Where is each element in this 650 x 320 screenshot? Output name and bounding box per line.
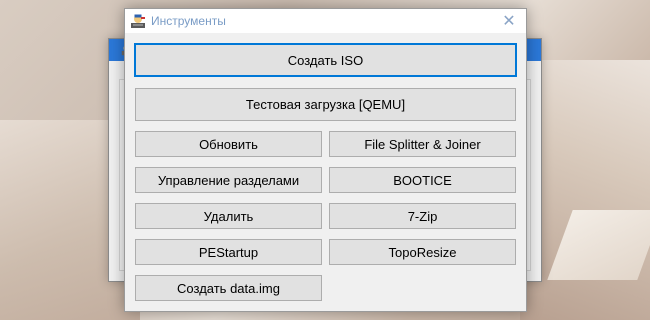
close-icon: ✕ bbox=[502, 13, 516, 30]
bootice-button[interactable]: BOOTICE bbox=[329, 167, 516, 193]
refresh-button[interactable]: Обновить bbox=[135, 131, 322, 157]
tools-window: Инструменты ✕ Создать ISO Тестовая загру… bbox=[124, 8, 527, 312]
toporesize-button[interactable]: TopoResize bbox=[329, 239, 516, 265]
window-title: Инструменты bbox=[151, 14, 226, 28]
file-splitter-joiner-button[interactable]: File Splitter & Joiner bbox=[329, 131, 516, 157]
delete-button[interactable]: Удалить bbox=[135, 203, 322, 229]
window-titlebar[interactable]: Инструменты ✕ bbox=[125, 9, 526, 33]
7zip-button[interactable]: 7-Zip bbox=[329, 203, 516, 229]
create-data-img-button[interactable]: Создать data.img bbox=[135, 275, 322, 301]
close-button[interactable]: ✕ bbox=[492, 9, 526, 33]
pestartup-button[interactable]: PEStartup bbox=[135, 239, 322, 265]
test-boot-qemu-button[interactable]: Тестовая загрузка [QEMU] bbox=[135, 88, 516, 121]
create-iso-button[interactable]: Создать ISO bbox=[134, 43, 517, 77]
partition-management-button[interactable]: Управление разделами bbox=[135, 167, 322, 193]
tools-app-icon bbox=[131, 14, 145, 28]
